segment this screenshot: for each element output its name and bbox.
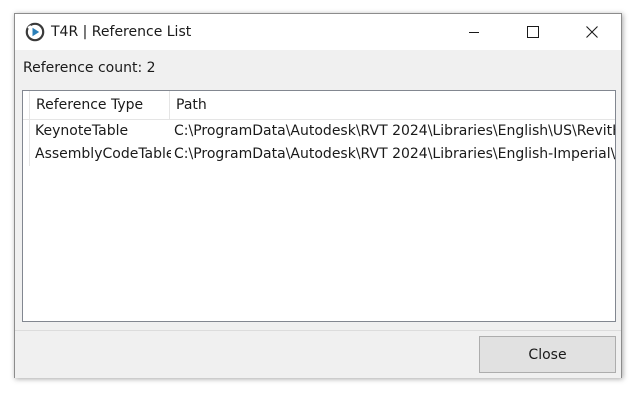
reference-count-label: Reference count: 2 xyxy=(23,60,156,76)
close-window-button[interactable] xyxy=(563,14,621,50)
row-spacer xyxy=(23,143,30,166)
path-cell: C:\ProgramData\Autodesk\RVT 2024\Librari… xyxy=(174,146,615,162)
path-cell: C:\ProgramData\Autodesk\RVT 2024\Librari… xyxy=(174,123,615,139)
title-bar[interactable]: T4R | Reference List xyxy=(15,14,621,50)
t4r-logo-icon xyxy=(25,22,45,42)
column-header-path[interactable]: Path xyxy=(170,91,615,119)
reference-type-cell: KeynoteTable xyxy=(35,123,129,139)
table-row[interactable]: KeynoteTable C:\ProgramData\Autodesk\RVT… xyxy=(23,120,615,143)
reference-list-window: T4R | Reference List Reference count: 2 … xyxy=(14,13,622,378)
list-header: Reference Type Path xyxy=(23,91,615,120)
column-header-reference-type[interactable]: Reference Type xyxy=(30,91,170,119)
header-spacer xyxy=(23,91,30,119)
table-row[interactable]: AssemblyCodeTable C:\ProgramData\Autodes… xyxy=(23,143,615,166)
row-spacer xyxy=(23,120,30,143)
reference-type-cell: AssemblyCodeTable xyxy=(35,146,171,162)
close-icon xyxy=(586,26,598,38)
maximize-icon xyxy=(527,26,539,38)
minimize-button[interactable] xyxy=(445,14,503,50)
window-title: T4R | Reference List xyxy=(51,24,192,40)
maximize-button[interactable] xyxy=(504,14,562,50)
reference-list-view[interactable]: Reference Type Path KeynoteTable C:\Prog… xyxy=(22,90,616,322)
close-button[interactable]: Close xyxy=(479,336,616,373)
minimize-icon xyxy=(469,32,479,33)
dialog-footer: Close xyxy=(15,330,621,378)
